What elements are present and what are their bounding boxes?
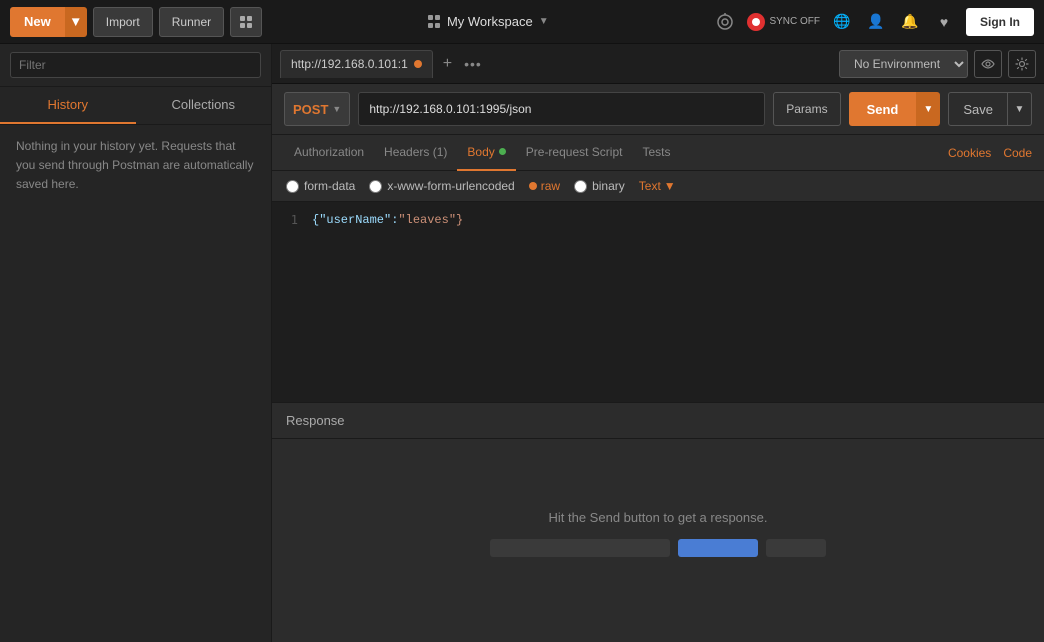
- body-tabs-bar: Authorization Headers (1) Body Pre-reque…: [272, 135, 1044, 171]
- add-tab-button[interactable]: +: [437, 55, 458, 73]
- response-section: Response Hit the Send button to get a re…: [272, 402, 1044, 642]
- new-button-group: New ▼: [10, 7, 87, 37]
- tab-modified-dot: [414, 60, 422, 68]
- new-button-caret[interactable]: ▼: [65, 7, 87, 37]
- filter-input[interactable]: [10, 52, 261, 78]
- bell-icon[interactable]: 🔔: [898, 10, 922, 34]
- send-caret-button[interactable]: ▼: [916, 92, 940, 126]
- radio-urlencoded-label: x-www-form-urlencoded: [387, 179, 514, 193]
- tab-body-label: Body: [467, 145, 494, 159]
- radio-raw-label: raw: [541, 179, 560, 193]
- raw-dot: [529, 182, 537, 190]
- tab-prerequest[interactable]: Pre-request Script: [516, 135, 633, 171]
- environment-area: No Environment: [839, 50, 1036, 78]
- gear-icon: [1015, 57, 1029, 71]
- sidebar: History Collections Nothing in your hist…: [0, 44, 272, 642]
- radio-form-data-input[interactable]: [286, 180, 299, 193]
- radio-form-data-label: form-data: [304, 179, 355, 193]
- tab-authorization[interactable]: Authorization: [284, 135, 374, 171]
- nav-icons: SYNC OFF 🌐 👤 🔔 ♥ Sign In: [713, 8, 1034, 36]
- response-bar-blue: [678, 539, 758, 557]
- user-icon[interactable]: 👤: [864, 10, 888, 34]
- code-link[interactable]: Code: [1003, 146, 1032, 160]
- radio-form-data[interactable]: form-data: [286, 179, 355, 193]
- save-group: Save ▼: [948, 92, 1032, 126]
- params-button[interactable]: Params: [773, 92, 840, 126]
- environment-select[interactable]: No Environment: [839, 50, 968, 78]
- response-bar-grey-left: [490, 539, 670, 557]
- workspace-chevron: ▼: [539, 16, 549, 27]
- sync-button[interactable]: SYNC OFF: [747, 13, 820, 31]
- import-button[interactable]: Import: [93, 7, 153, 37]
- text-type-dropdown[interactable]: Text ▼: [639, 179, 676, 193]
- response-label: Response: [286, 413, 345, 428]
- eye-icon: [981, 59, 995, 69]
- method-label: POST: [293, 102, 328, 117]
- tab-tests[interactable]: Tests: [632, 135, 680, 171]
- line-content-1: {"userName":"leaves"}: [312, 213, 463, 227]
- body-tabs-right: Cookies Code: [948, 146, 1032, 160]
- radio-urlencoded[interactable]: x-www-form-urlencoded: [369, 179, 514, 193]
- response-bar-grey-right: [766, 539, 826, 557]
- sidebar-tab-collections[interactable]: Collections: [136, 87, 272, 124]
- sign-in-button[interactable]: Sign In: [966, 8, 1034, 36]
- layout-button[interactable]: [230, 7, 262, 37]
- request-tab-url: http://192.168.0.101:1: [291, 57, 408, 71]
- request-row: POST ▼ Params Send ▼ Save ▼: [272, 84, 1044, 135]
- request-area: http://192.168.0.101:1 + ••• No Environm…: [272, 44, 1044, 642]
- radio-raw[interactable]: raw: [529, 179, 560, 193]
- sync-label: SYNC OFF: [769, 16, 820, 27]
- response-empty-message: Hit the Send button to get a response.: [549, 510, 768, 525]
- radio-binary-input[interactable]: [574, 180, 587, 193]
- globe-icon[interactable]: 🌐: [830, 10, 854, 34]
- tab-bar: http://192.168.0.101:1 + ••• No Environm…: [272, 44, 1044, 84]
- sidebar-content: Nothing in your history yet. Requests th…: [0, 125, 271, 642]
- environment-eye-button[interactable]: [974, 50, 1002, 78]
- tab-body[interactable]: Body: [457, 135, 515, 171]
- json-key: {"userName":: [312, 213, 398, 227]
- text-type-chevron: ▼: [664, 179, 676, 193]
- url-input[interactable]: [358, 92, 765, 126]
- code-line-1: 1 {"userName":"leaves"}: [272, 212, 1044, 228]
- heart-icon[interactable]: ♥: [932, 10, 956, 34]
- sync-dot: [747, 13, 765, 31]
- cookies-link[interactable]: Cookies: [948, 146, 991, 160]
- radio-binary-label: binary: [592, 179, 625, 193]
- sidebar-filter-container: [0, 44, 271, 87]
- send-group: Send ▼: [849, 92, 941, 126]
- method-chevron: ▼: [332, 104, 341, 114]
- radio-binary[interactable]: binary: [574, 179, 625, 193]
- main-layout: History Collections Nothing in your hist…: [0, 44, 1044, 642]
- response-bars: [490, 539, 826, 557]
- line-number-1: 1: [272, 213, 312, 227]
- sidebar-tab-history[interactable]: History: [0, 87, 136, 124]
- save-caret-button[interactable]: ▼: [1008, 92, 1032, 126]
- workspace-icon: [427, 15, 441, 29]
- save-button[interactable]: Save: [948, 92, 1008, 126]
- new-button[interactable]: New: [10, 7, 65, 37]
- text-type-label: Text: [639, 179, 661, 193]
- tab-overflow-button[interactable]: •••: [458, 56, 488, 72]
- history-empty-text: Nothing in your history yet. Requests th…: [16, 139, 253, 191]
- response-body: Hit the Send button to get a response.: [272, 439, 1044, 642]
- method-select[interactable]: POST ▼: [284, 92, 350, 126]
- runner-button[interactable]: Runner: [159, 7, 224, 37]
- send-button[interactable]: Send: [849, 92, 917, 126]
- antenna-icon[interactable]: [713, 10, 737, 34]
- radio-urlencoded-input[interactable]: [369, 180, 382, 193]
- body-active-dot: [499, 148, 506, 155]
- sidebar-tabs: History Collections: [0, 87, 271, 125]
- top-nav: New ▼ Import Runner My Workspace ▼ SYNC: [0, 0, 1044, 44]
- response-header: Response: [272, 403, 1044, 439]
- workspace-label: My Workspace: [447, 14, 533, 29]
- tab-headers[interactable]: Headers (1): [374, 135, 457, 171]
- environment-settings-button[interactable]: [1008, 50, 1036, 78]
- layout-icon: [239, 15, 253, 29]
- json-value: "leaves"}: [398, 213, 463, 227]
- code-editor[interactable]: 1 {"userName":"leaves"}: [272, 202, 1044, 402]
- body-type-radio-row: form-data x-www-form-urlencoded raw bina…: [272, 171, 1044, 202]
- workspace-selector[interactable]: My Workspace ▼: [268, 14, 707, 29]
- request-tab[interactable]: http://192.168.0.101:1: [280, 50, 433, 78]
